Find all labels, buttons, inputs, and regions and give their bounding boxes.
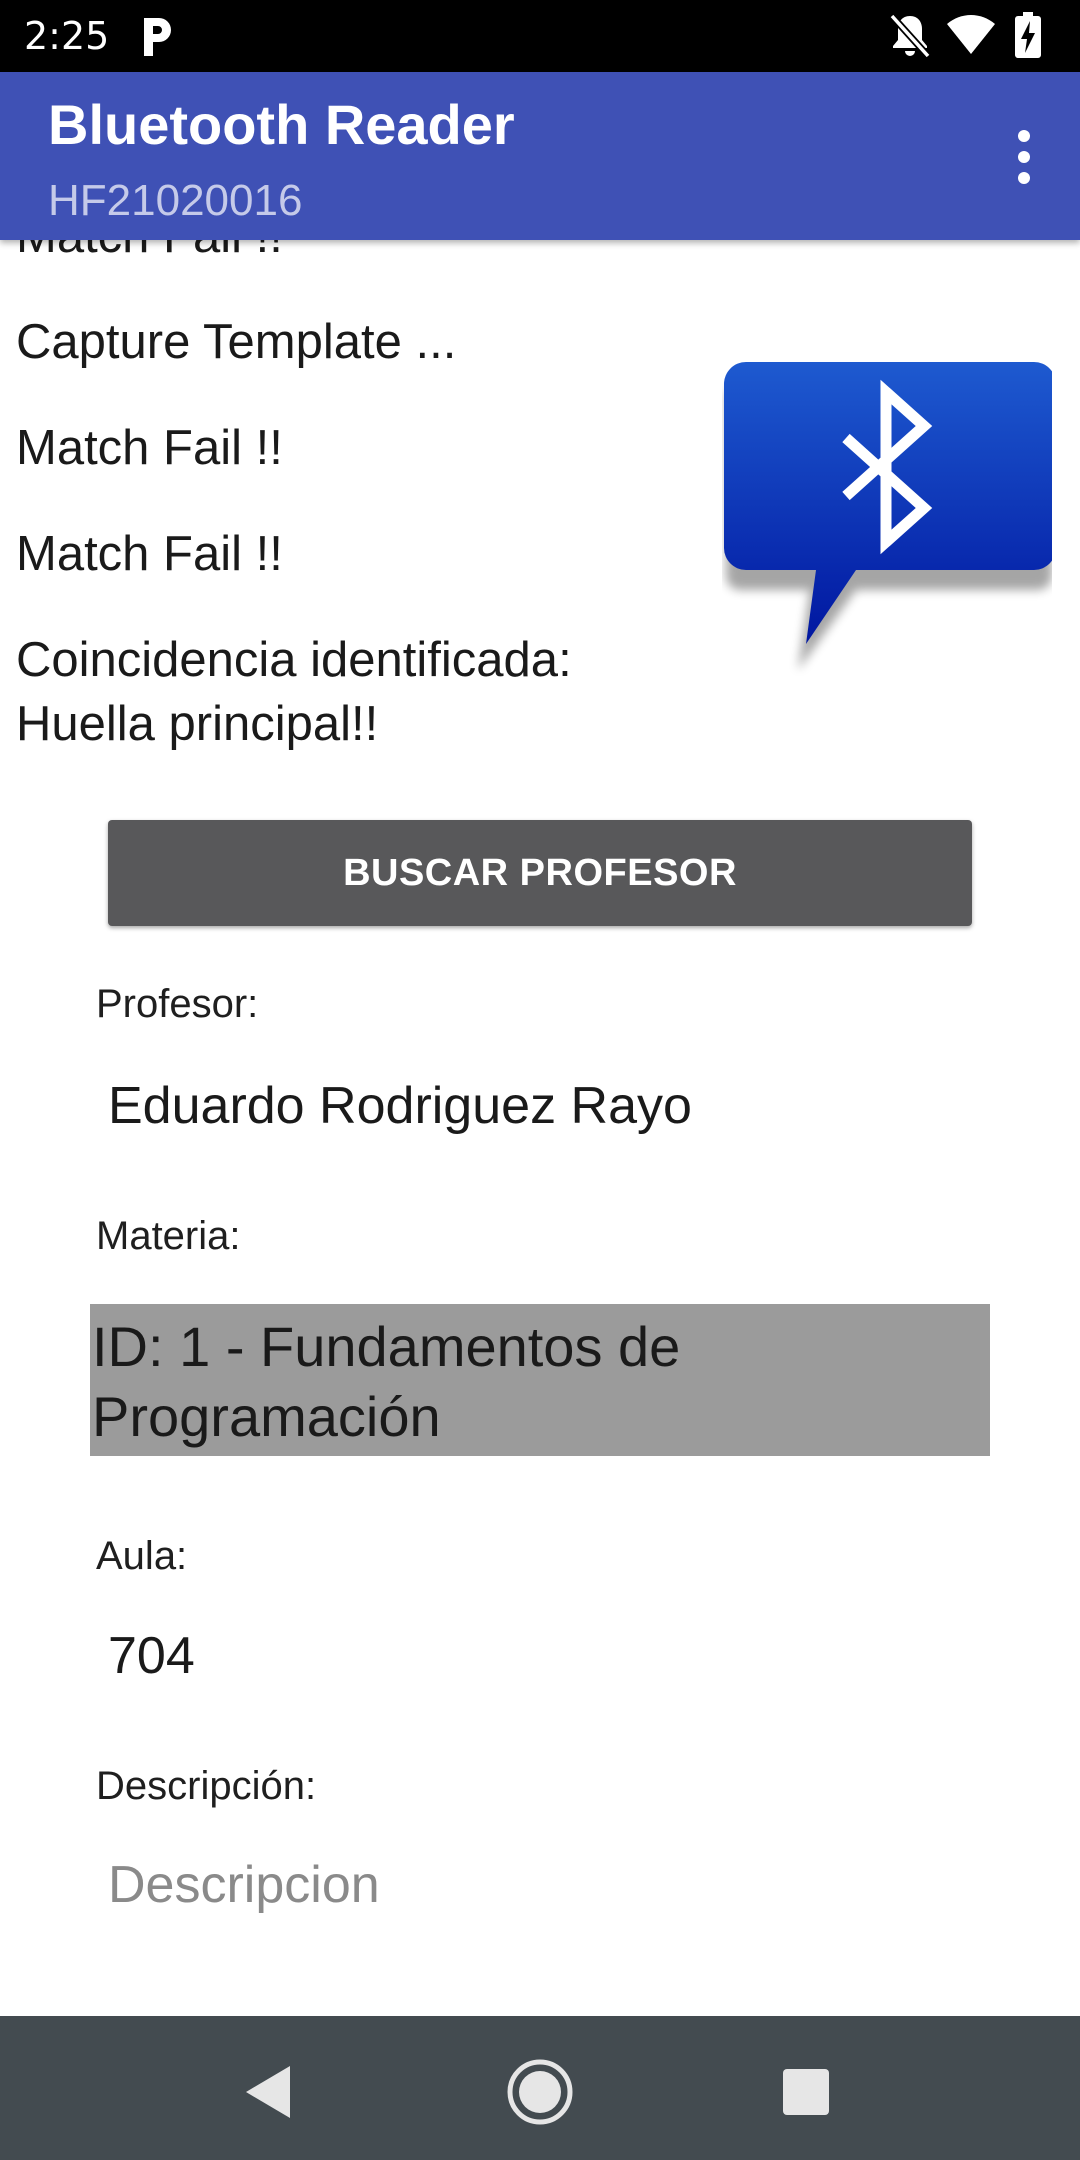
- log-entry: Capture Template ...: [16, 315, 457, 369]
- descripcion-label: Descripción:: [96, 1764, 317, 1808]
- app-title: Bluetooth Reader: [48, 93, 515, 156]
- recents-icon[interactable]: [766, 2052, 846, 2132]
- log-entry: Coincidencia identificada: Huella princi…: [16, 633, 572, 751]
- status-time: 2:25: [24, 14, 110, 58]
- back-icon[interactable]: [230, 2052, 310, 2132]
- app-subtitle: HF21020016: [48, 176, 303, 225]
- materia-label: Materia:: [96, 1214, 241, 1258]
- content-area[interactable]: Match Fail !! Capture Template ... Match…: [0, 240, 1080, 2016]
- app-bar: Bluetooth Reader HF21020016: [0, 72, 1080, 240]
- profesor-value: Eduardo Rodriguez Rayo: [108, 1077, 692, 1135]
- descripcion-input[interactable]: [108, 1840, 968, 1930]
- buscar-profesor-button[interactable]: BUSCAR PROFESOR: [108, 820, 972, 926]
- navigation-bar: [0, 2016, 1080, 2160]
- home-icon[interactable]: [500, 2052, 580, 2132]
- materia-selector[interactable]: ID: 1 - Fundamentos de Programación: [90, 1304, 990, 1456]
- overflow-menu-icon[interactable]: [1004, 124, 1044, 188]
- wifi-icon: [947, 15, 995, 54]
- profesor-label: Profesor:: [96, 982, 259, 1026]
- log-output: Match Fail !! Capture Template ... Match…: [16, 240, 696, 798]
- bluetooth-chat-icon: [724, 362, 1052, 670]
- parking-notification-icon: [144, 18, 171, 56]
- log-entry: Match Fail !!: [16, 240, 696, 268]
- log-entry: Match Fail !!: [16, 421, 283, 475]
- aula-label: Aula:: [96, 1534, 188, 1578]
- aula-value: 704: [108, 1627, 195, 1685]
- battery-charging-icon: [1015, 12, 1041, 58]
- notifications-off-icon: [889, 13, 931, 59]
- log-entry: Match Fail !!: [16, 527, 283, 581]
- status-bar: 2:25: [0, 0, 1080, 72]
